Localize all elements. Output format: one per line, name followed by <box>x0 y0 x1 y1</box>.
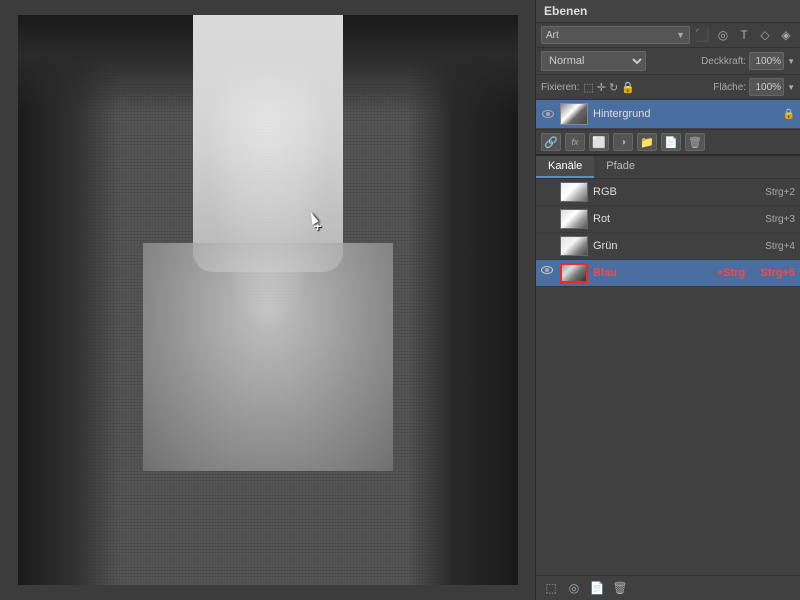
new-channel-btn[interactable]: 📄 <box>587 579 607 597</box>
layers-bottom-toolbar: 🔗 fx ⬜ ◑ 📁 📄 🗑 <box>536 129 800 154</box>
channel-item-rot[interactable]: Rot Strg+3 <box>536 206 800 233</box>
channel-item-blau[interactable]: Blau +Strg Strg+5 <box>536 260 800 287</box>
mask-btn[interactable]: ⬜ <box>589 133 609 151</box>
text-icon-btn[interactable]: T <box>735 26 753 44</box>
opacity-arrow[interactable]: ▼ <box>787 57 795 66</box>
fix-checkerboard-icon[interactable]: ⬚ <box>583 81 593 94</box>
channels-bottom-toolbar: ⬚ ◎ 📄 🗑 <box>536 575 800 600</box>
search-box[interactable]: ▼ <box>541 26 690 44</box>
new-layer-btn[interactable]: 📄 <box>661 133 681 151</box>
channel-name-rgb: RGB <box>593 186 760 198</box>
eye-icon <box>542 110 554 118</box>
folder-btn[interactable]: 📁 <box>637 133 657 151</box>
tab-pfade[interactable]: Pfade <box>594 156 647 178</box>
delete-layer-btn[interactable]: 🗑 <box>685 133 705 151</box>
opacity-label: Deckkraft: <box>701 56 746 67</box>
channel-list: RGB Strg+2 Rot Strg+3 Grün Strg+4 <box>536 179 800 575</box>
channel-vis-rgb <box>541 185 555 199</box>
channel-item-gruen[interactable]: Grün Strg+4 <box>536 233 800 260</box>
layer-name: Hintergrund <box>593 108 778 120</box>
channels-section: Kanäle Pfade RGB Strg+2 <box>536 154 800 600</box>
search-input[interactable] <box>546 30 676 41</box>
channel-name-rot: Rot <box>593 213 760 225</box>
image-icon-btn[interactable]: ⬛ <box>693 26 711 44</box>
channel-vis-rot <box>541 212 555 226</box>
fix-lock-icon[interactable]: 🔒 <box>621 81 635 94</box>
layer-visibility[interactable] <box>541 107 555 121</box>
fx-btn[interactable]: fx <box>565 133 585 151</box>
adjustment-icon-btn[interactable]: ◎ <box>714 26 732 44</box>
channel-shortcut-gruen: Strg+4 <box>765 241 795 252</box>
flache-group: Fläche: ▼ <box>713 78 795 96</box>
channel-thumb-gruen <box>560 236 588 256</box>
channel-shortcut-blau: +Strg Strg+5 <box>717 267 795 279</box>
tab-kanale[interactable]: Kanäle <box>536 156 594 178</box>
channel-eye-blau <box>541 266 553 274</box>
canvas-image <box>18 15 518 585</box>
channel-item-rgb[interactable]: RGB Strg+2 <box>536 179 800 206</box>
layer-thumb-img <box>561 104 587 124</box>
water-fall <box>193 15 343 272</box>
flache-arrow[interactable]: ▼ <box>787 83 795 92</box>
channel-shortcut-rot: Strg+3 <box>765 214 795 225</box>
layer-item[interactable]: Hintergrund 🔒 <box>536 100 800 129</box>
layers-toolbar: ▼ ⬛ ◎ T ◇ ◈ <box>536 23 800 48</box>
water-pool <box>143 243 393 471</box>
channel-name-blau: Blau <box>593 267 712 279</box>
link-btn[interactable]: 🔗 <box>541 133 561 151</box>
opacity-input[interactable] <box>749 52 784 70</box>
channel-to-selection-btn[interactable]: ◎ <box>564 579 584 597</box>
layer-thumbnail <box>560 103 588 125</box>
layers-title: Ebenen <box>544 4 587 18</box>
channel-thumb-blau <box>560 263 588 283</box>
fix-icons: ⬚ ✛ ↻ 🔒 <box>583 81 635 94</box>
delete-channel-btn[interactable]: 🗑 <box>610 579 630 597</box>
channel-shortcut-rgb: Strg+2 <box>765 187 795 198</box>
fix-row: Fixieren: ⬚ ✛ ↻ 🔒 Fläche: ▼ <box>536 75 800 100</box>
channel-vis-gruen <box>541 239 555 253</box>
blend-row: Normal Deckkraft: ▼ <box>536 48 800 75</box>
canvas-container <box>18 15 518 585</box>
adjustment-btn[interactable]: ◑ <box>613 133 633 151</box>
flache-label: Fläche: <box>713 82 746 93</box>
dropdown-arrow-icon[interactable]: ▼ <box>676 30 685 40</box>
blend-mode-select[interactable]: Normal <box>541 51 646 71</box>
channel-name-gruen: Grün <box>593 240 760 252</box>
fix-move-icon[interactable]: ✛ <box>597 81 606 94</box>
channel-thumb-rgb <box>560 182 588 202</box>
fix-rotate-icon[interactable]: ↻ <box>609 81 618 94</box>
layer-lock-icon: 🔒 <box>783 109 795 120</box>
selection-to-channel-btn[interactable]: ⬚ <box>541 579 561 597</box>
tabs-row: Kanäle Pfade <box>536 156 800 179</box>
canvas-area <box>0 0 535 600</box>
layers-panel-header: Ebenen <box>536 0 800 23</box>
channel-thumb-rot <box>560 209 588 229</box>
right-panel: Ebenen ▼ ⬛ ◎ T ◇ ◈ Normal Deckkraft: ▼ F… <box>535 0 800 600</box>
shape-icon-btn[interactable]: ◇ <box>756 26 774 44</box>
fix-label: Fixieren: <box>541 82 579 93</box>
flache-input[interactable] <box>749 78 784 96</box>
opacity-group: Deckkraft: ▼ <box>701 52 795 70</box>
channel-vis-blau <box>541 266 555 280</box>
smartobj-icon-btn[interactable]: ◈ <box>777 26 795 44</box>
